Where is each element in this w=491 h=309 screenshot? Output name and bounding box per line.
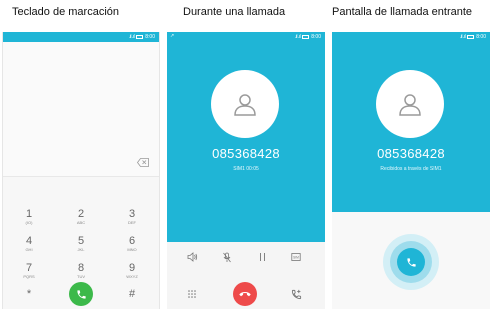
keypad-key-4[interactable]: 4 GHI [9, 235, 49, 253]
keypad-digit: 5 [77, 235, 85, 247]
keypad-digit: 2 [77, 208, 85, 220]
sim-card-icon[interactable]: SIM [289, 250, 303, 264]
hangup-button[interactable] [233, 282, 257, 306]
caller-number: 085368428 [377, 146, 445, 161]
battery-icon [136, 35, 144, 39]
person-icon [234, 94, 256, 116]
dialpad-icon[interactable] [185, 287, 199, 301]
keypad-letters: DEF [128, 220, 136, 225]
person-icon [399, 94, 421, 116]
speaker-icon[interactable] [185, 250, 199, 264]
answer-button[interactable] [397, 248, 425, 276]
status-bar: .ıl .ıl 8:00 [167, 32, 325, 42]
battery-icon [302, 35, 310, 39]
keypad-digit: 8 [77, 262, 85, 274]
keypad-letters: MNO [127, 247, 137, 252]
keypad-key-5[interactable]: 5 JKL [61, 235, 101, 253]
status-bar: .ıl .ıl 8:00 [332, 32, 490, 42]
keypad-digit: 4 [25, 235, 33, 247]
keypad-letters: WXYZ [126, 274, 138, 279]
call-duration: SIM1 00:05 [233, 166, 259, 172]
answer-area [332, 212, 490, 309]
keypad-digit: # [128, 288, 136, 300]
keypad-key-star[interactable]: * [9, 289, 49, 300]
caption-in-call: Durante una llamada [183, 6, 286, 18]
status-time: 8:00 [145, 34, 155, 40]
keypad-digit: 1 [25, 208, 33, 220]
keypad-key-7[interactable]: 7 PQRS [9, 262, 49, 280]
svg-text:SIM: SIM [293, 256, 299, 260]
signal-icon: .ıl .ıl [128, 34, 135, 40]
contact-avatar [211, 70, 279, 138]
keypad-key-8[interactable]: 8 TUV [61, 262, 101, 280]
incoming-call-screen: .ıl .ıl 8:00 085368428 Recibidos a travé… [332, 32, 490, 309]
contact-avatar [376, 70, 444, 138]
keypad-letters: (IO) [25, 220, 33, 225]
status-time: 8:00 [476, 34, 486, 40]
in-call-screen: ↗ .ıl .ıl 8:00 085368428 SIM1 00:05 SIM [167, 32, 325, 309]
caption-incoming: Pantalla de llamada entrante [332, 6, 473, 18]
add-call-icon[interactable] [289, 287, 303, 301]
signal-icon: .ıl .ıl [294, 34, 301, 40]
status-bar: .ıl .ıl 8:00 [3, 32, 159, 42]
keypad-letters: GHI [25, 247, 33, 252]
keypad-digit: 3 [128, 208, 136, 220]
battery-icon [467, 35, 475, 39]
pause-icon[interactable] [255, 250, 269, 264]
keypad-letters: TUV [77, 274, 85, 279]
keypad-key-3[interactable]: 3 DEF [112, 208, 152, 226]
phone-hangup-icon [239, 291, 251, 296]
keypad-letters: JKL [77, 247, 85, 252]
backspace-icon[interactable] [137, 154, 149, 167]
keypad-letters: PQRS [23, 274, 35, 279]
keypad-letters: ABC [76, 220, 86, 225]
call-controls: SIM [167, 242, 325, 309]
phone-icon [76, 289, 86, 299]
phone-icon [406, 257, 416, 267]
keypad-digit: 7 [25, 262, 33, 274]
received-via-sim: Recibidos a través de SIM1 [380, 166, 442, 172]
keypad-digit: * [26, 288, 32, 300]
signal-icon: .ıl .ıl [459, 34, 466, 40]
microphone-icon[interactable] [220, 250, 234, 264]
keypad-digit: 9 [128, 262, 136, 274]
keypad-key-1[interactable]: 1 (IO) [9, 208, 49, 226]
dial-input-area[interactable] [3, 42, 159, 177]
caption-dialer: Teclado de marcación [12, 6, 120, 18]
dialer-screen: .ıl .ıl 8:00 1 (IO) 2 ABC 3 DEF 4 GHI 5 JKL 6 MNO 7 P… [2, 32, 160, 309]
keypad-key-6[interactable]: 6 MNO [112, 235, 152, 253]
keypad-key-2[interactable]: 2 ABC [61, 208, 101, 226]
caller-number: 085368428 [212, 146, 280, 161]
call-button[interactable] [69, 282, 93, 306]
keypad-digit: 6 [128, 235, 136, 247]
status-time: 8:00 [311, 34, 321, 40]
keypad-key-hash[interactable]: # [112, 289, 152, 300]
keypad-key-9[interactable]: 9 WXYZ [112, 262, 152, 280]
